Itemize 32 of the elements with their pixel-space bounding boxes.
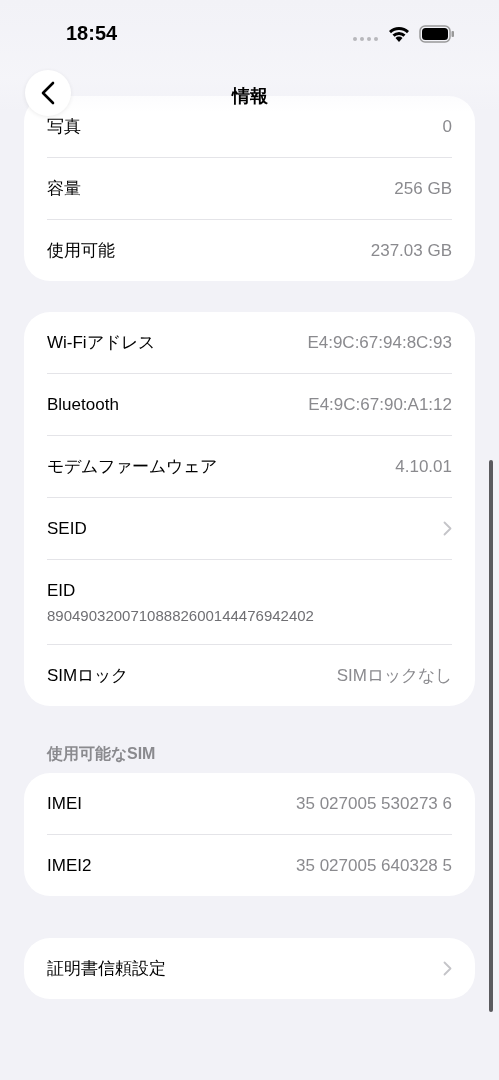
list-item[interactable]: 証明書信頼設定 bbox=[47, 938, 452, 999]
row-value: 35 027005 530273 6 bbox=[296, 793, 452, 814]
row-value: E4:9C:67:94:8C:93 bbox=[307, 332, 452, 353]
chevron-right-icon bbox=[443, 521, 452, 536]
row-value: 237.03 GB bbox=[370, 240, 452, 261]
row-value: SIMロックなし bbox=[336, 665, 452, 687]
signal-icon bbox=[353, 37, 379, 41]
page-title: 情報 bbox=[230, 85, 269, 108]
list-item[interactable]: SEID bbox=[47, 497, 452, 559]
row-value: E4:9C:67:90:A1:12 bbox=[308, 394, 452, 415]
back-button[interactable] bbox=[25, 70, 71, 116]
row-label: 使用可能 bbox=[47, 240, 115, 262]
wifi-icon bbox=[388, 25, 410, 42]
row-value: 4.10.01 bbox=[395, 456, 452, 477]
chevron-right-icon bbox=[443, 961, 452, 976]
row-label: SIMロック bbox=[47, 665, 129, 687]
row-value: 256 GB bbox=[394, 178, 452, 199]
battery-icon bbox=[419, 25, 455, 43]
row-value: 0 bbox=[442, 116, 452, 137]
row-value: 35 027005 640328 5 bbox=[296, 855, 452, 876]
status-time: 18:54 bbox=[66, 22, 118, 45]
row-label: 写真 bbox=[47, 116, 81, 138]
row-label: 容量 bbox=[47, 178, 81, 200]
row-label: IMEI bbox=[47, 793, 82, 814]
section-header: 使用可能なSIM bbox=[45, 744, 157, 765]
row-label: IMEI2 bbox=[47, 855, 92, 876]
chevron-left-icon bbox=[41, 81, 55, 105]
row-value: 89049032007108882600144476942402 bbox=[47, 606, 314, 624]
row-label: Wi-Fiアドレス bbox=[47, 332, 155, 354]
row-label: モデムファームウェア bbox=[47, 456, 217, 478]
row-label: EID bbox=[47, 580, 76, 601]
row-label: Bluetooth bbox=[47, 394, 119, 415]
